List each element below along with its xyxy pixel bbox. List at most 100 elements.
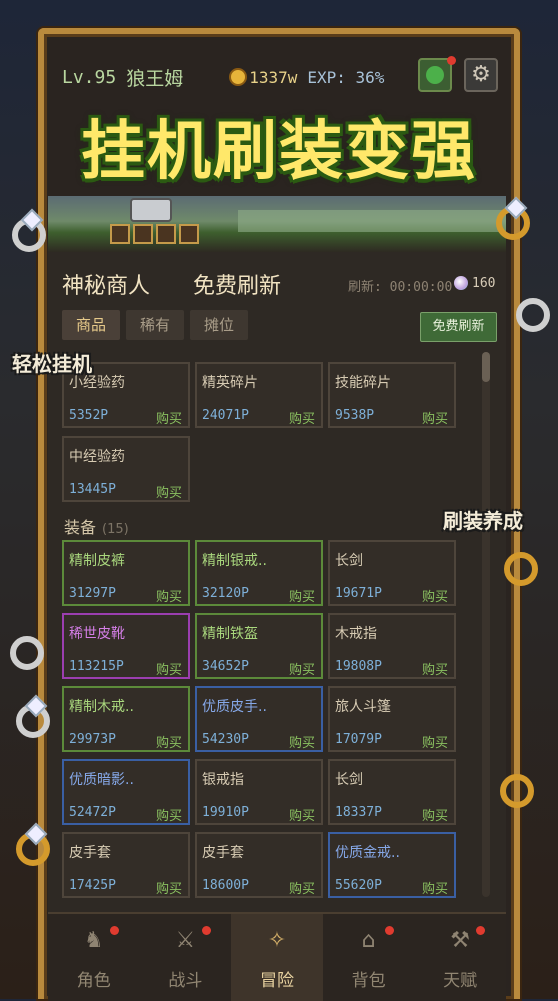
shop-item-card[interactable]: 精制木戒.. 29973P 购买 [62, 686, 190, 752]
item-name: 技能碎片 [335, 375, 391, 391]
shop-item-card[interactable]: 稀世皮靴 113215P 购买 [62, 613, 190, 679]
shop-panel: 神秘商人 免费刷新 刷新: 00:00:00 160 商品 稀有 摊位 免费刷新… [48, 252, 506, 912]
buff-slot [110, 224, 130, 244]
buy-button[interactable]: 购买 [156, 732, 182, 751]
scrollbar-thumb[interactable] [482, 352, 490, 382]
buy-button[interactable]: 购买 [422, 408, 448, 427]
buy-button[interactable]: 购买 [156, 408, 182, 427]
buy-button[interactable]: 购买 [289, 732, 315, 751]
buy-button[interactable]: 购买 [156, 805, 182, 824]
shop-item-card[interactable]: 精制银戒.. 32120P 购买 [195, 540, 323, 606]
tab-stall[interactable]: 摊位 [190, 310, 248, 340]
shop-item-card[interactable]: 精制铁盔 34652P 购买 [195, 613, 323, 679]
notification-dot [201, 926, 211, 935]
item-name: 稀世皮靴 [69, 626, 125, 642]
item-price: 54230P [202, 732, 249, 747]
free-refresh-title: 免费刷新 [193, 274, 282, 299]
shop-item-card[interactable]: 旅人斗篷 17079P 购买 [328, 686, 456, 752]
buy-button[interactable]: 购买 [289, 878, 315, 897]
buy-button[interactable]: 购买 [422, 878, 448, 897]
shop-item-card[interactable]: 优质暗影.. 52472P 购买 [62, 759, 190, 825]
coin-icon [229, 68, 248, 86]
shop-item-card[interactable]: 技能碎片 9538P 购买 [328, 362, 456, 428]
item-name: 精制铁盔 [202, 626, 258, 642]
buy-button[interactable]: 购买 [156, 878, 182, 897]
shop-item-card[interactable]: 中经验药 13445P 购买 [62, 436, 190, 502]
nav-item-character[interactable]: ♞ 角色 [48, 914, 140, 1001]
nav-item-adventure[interactable]: ✧ 冒险 [231, 914, 323, 1001]
item-name: 长剑 [335, 772, 363, 788]
item-price: 113215P [69, 659, 124, 674]
tab-rare[interactable]: 稀有 [126, 310, 184, 340]
anvil-icon: ⚒ [450, 928, 471, 953]
buy-button[interactable]: 购买 [289, 586, 315, 605]
shop-item-card[interactable]: 皮手套 18600P 购买 [195, 832, 323, 898]
scrollbar[interactable] [482, 352, 490, 897]
buy-button[interactable]: 购买 [422, 805, 448, 824]
nav-item-battle[interactable]: ⚔ 战斗 [140, 914, 232, 1001]
notification-dot [447, 56, 456, 65]
item-price: 19910P [202, 805, 249, 820]
item-name: 精制皮裤 [69, 553, 125, 569]
shop-item-list[interactable]: 小经验药 5352P 购买 精英碎片 24071P 购买 技能碎片 9538P … [62, 352, 478, 902]
refresh-timer: 刷新: 00:00:00 [348, 280, 453, 295]
item-name: 优质皮手.. [202, 699, 267, 715]
notification-dot [476, 926, 486, 935]
shop-item-card[interactable]: 精英碎片 24071P 购买 [195, 362, 323, 428]
free-refresh-button[interactable]: 免费刷新 [420, 312, 497, 342]
item-price: 18337P [335, 805, 382, 820]
buff-slot [156, 224, 176, 244]
ring-icon [10, 636, 44, 670]
buy-button[interactable]: 购买 [289, 805, 315, 824]
buy-button[interactable]: 购买 [422, 586, 448, 605]
shop-item-card[interactable]: 木戒指 19808P 购买 [328, 613, 456, 679]
knight-icon: ♞ [83, 928, 104, 953]
item-price: 17079P [335, 732, 382, 747]
shop-item-card[interactable]: 长剑 19671P 购买 [328, 540, 456, 606]
buy-button[interactable]: 购买 [156, 659, 182, 678]
item-name: 长剑 [335, 553, 363, 569]
item-name: 优质暗影.. [69, 772, 134, 788]
item-name: 旅人斗篷 [335, 699, 391, 715]
item-price: 32120P [202, 586, 249, 601]
coin-count: 1337w [249, 67, 298, 87]
gear-icon: ⚙ [471, 62, 491, 87]
item-price: 17425P [69, 878, 116, 893]
buy-button[interactable]: 购买 [156, 482, 182, 501]
shop-item-card[interactable]: 优质金戒.. 55620P 购买 [328, 832, 456, 898]
shop-item-card[interactable]: 银戒指 19910P 购买 [195, 759, 323, 825]
promo-label-gear: 刷装养成 [443, 509, 523, 533]
bottom-nav: ♞ 角色 ⚔ 战斗 ✧ 冒险 ⌂ 背包 ⚒ 天赋 [48, 912, 506, 1001]
ring-icon [12, 208, 46, 252]
status-button[interactable] [418, 56, 456, 92]
ring-icon [500, 774, 534, 808]
promo-label-idle: 轻松挂机 [12, 352, 92, 376]
buy-button[interactable]: 购买 [289, 408, 315, 427]
nav-label: 战斗 [168, 971, 203, 991]
tab-goods[interactable]: 商品 [62, 310, 120, 340]
shop-item-card[interactable]: 优质皮手.. 54230P 购买 [195, 686, 323, 752]
buy-button[interactable]: 购买 [422, 732, 448, 751]
buy-button[interactable]: 购买 [289, 659, 315, 678]
shop-item-card[interactable]: 长剑 18337P 购买 [328, 759, 456, 825]
notification-dot [110, 926, 119, 935]
nav-item-backpack[interactable]: ⌂ 背包 [323, 914, 415, 1001]
item-price: 34652P [202, 659, 249, 674]
ring-icon [504, 552, 538, 586]
adventure-scene [48, 196, 506, 252]
green-orb-icon [426, 66, 444, 84]
item-price: 18600P [202, 878, 249, 893]
shop-item-card[interactable]: 精制皮裤 31297P 购买 [62, 540, 190, 606]
buff-slots [110, 224, 199, 244]
buy-button[interactable]: 购买 [422, 659, 448, 678]
notification-dot [384, 926, 394, 935]
scene-terrain [238, 210, 506, 232]
item-name: 皮手套 [69, 845, 111, 861]
section-count: (15) [102, 522, 129, 537]
shop-item-card[interactable]: 皮手套 17425P 购买 [62, 832, 190, 898]
settings-button[interactable]: ⚙ [464, 58, 498, 92]
buy-button[interactable]: 购买 [156, 586, 182, 605]
nav-item-talent[interactable]: ⚒ 天赋 [414, 914, 506, 1001]
item-price: 9538P [335, 408, 375, 423]
nav-label: 天赋 [443, 971, 478, 991]
